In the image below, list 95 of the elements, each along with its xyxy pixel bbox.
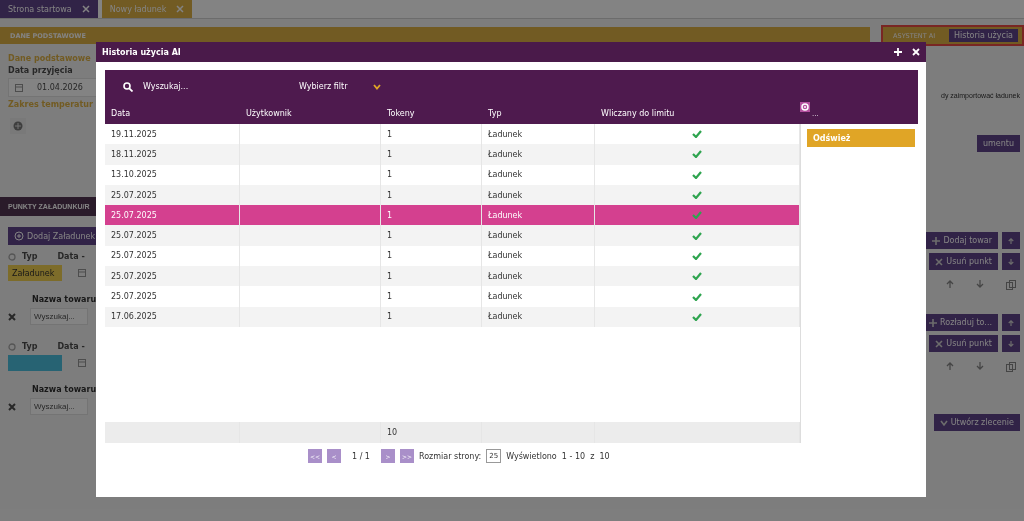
circle-icon — [8, 342, 16, 351]
add-goods-button[interactable]: Rozładuj to... — [923, 314, 998, 331]
field-label: Nazwa towaru — [32, 385, 98, 394]
copy-icon — [1006, 362, 1016, 372]
field-label: Typ — [22, 252, 38, 261]
point-type-tag — [8, 355, 62, 371]
maximize-button[interactable] — [894, 48, 902, 56]
table-cell: Ładunek — [482, 144, 595, 165]
remove-point-button[interactable]: Usuń punkt — [929, 335, 998, 352]
table-cell: Ładunek — [482, 164, 595, 185]
arrow-up-icon — [1008, 318, 1014, 327]
close-icon — [935, 257, 944, 266]
field-label: Typ — [22, 342, 38, 351]
close-icon — [176, 5, 185, 13]
close-icon — [935, 339, 944, 348]
chevron-down-icon — [939, 418, 948, 427]
table-cell: 25.07.2025 — [105, 286, 240, 307]
page-tab[interactable]: Strona startowa — [0, 0, 98, 18]
column-header[interactable]: Użytkownik — [240, 109, 381, 118]
table-row[interactable]: 25.07.2025 1 Ładunek — [105, 205, 800, 226]
move-up-button[interactable] — [1002, 314, 1020, 331]
table-cell: Ładunek — [482, 306, 595, 327]
remove-point-button[interactable]: Usuń punkt — [929, 253, 998, 270]
table-row[interactable]: 25.07.2025 1 Ładunek — [105, 225, 800, 246]
add-button[interactable] — [10, 118, 26, 134]
field-label: Data - — [57, 252, 85, 261]
close-icon — [81, 5, 90, 13]
calendar-icon — [78, 269, 86, 277]
table-row[interactable]: 25.07.2025 1 Ładunek — [105, 266, 800, 287]
plus-circle-icon — [14, 231, 24, 241]
arrow-up-icon — [946, 362, 954, 370]
goods-search-field[interactable]: Wyszukaj... — [30, 308, 88, 325]
table-cell: 17.06.2025 — [105, 306, 240, 327]
section-subtitle: Dane podstawowe — [8, 54, 92, 63]
table-cell: 1 — [381, 286, 482, 307]
table-cell: 1 — [381, 164, 482, 185]
search-icon — [123, 81, 133, 92]
table-cell: 1 — [381, 306, 482, 327]
circle-icon — [8, 252, 16, 261]
arrow-up-icon — [946, 280, 954, 288]
table-cell: 13.10.2025 — [105, 164, 240, 185]
table-cell: Ładunek — [482, 286, 595, 307]
close-icon — [912, 48, 920, 56]
usage-history-button[interactable]: Historia użycia — [949, 29, 1018, 42]
add-goods-button[interactable]: Dodaj towar — [926, 232, 998, 249]
column-header[interactable]: Tokeny — [381, 109, 482, 118]
move-up-button[interactable] — [1002, 232, 1020, 249]
plus-icon — [929, 318, 938, 327]
field-label: Nazwa towaru — [32, 295, 98, 304]
page-size-label: Rozmiar strony: — [418, 451, 482, 461]
arrow-down-icon — [976, 280, 984, 288]
arrow-down-icon — [1008, 339, 1014, 348]
close-icon — [8, 312, 16, 321]
records-summary: Wyświetlono 1 - 10 z 10 — [506, 451, 610, 461]
filter-dropdown[interactable]: Wybierz filtr — [267, 75, 390, 98]
close-button[interactable] — [912, 48, 920, 56]
table-cell: 1 — [381, 144, 482, 165]
column-header[interactable]: Typ — [482, 109, 595, 118]
table-cell: 18.11.2025 — [105, 144, 240, 165]
dialog-title: Historia użycia AI — [102, 47, 181, 57]
page-indicator: 1 / 1 — [352, 451, 370, 461]
refresh-button[interactable]: Odśwież — [807, 129, 915, 147]
search-field[interactable]: Wyszukaj... — [141, 81, 245, 92]
column-header[interactable]: Wliczany do limitu — [595, 109, 800, 118]
table-row[interactable]: 18.11.2025 1 Ładunek — [105, 144, 800, 165]
copy-icon — [1006, 280, 1016, 290]
table-cell: 1 — [381, 225, 482, 246]
table-row[interactable]: 17.06.2025 1 Ładunek — [105, 306, 800, 327]
table-row[interactable]: 25.07.2025 1 Ładunek — [105, 184, 800, 206]
table-cell: 25.07.2025 — [105, 225, 240, 246]
arrow-up-icon — [1008, 236, 1014, 245]
settings-button[interactable] — [800, 101, 810, 112]
table-cell: Ładunek — [482, 225, 595, 246]
calendar-icon — [78, 359, 86, 367]
close-icon — [8, 402, 16, 411]
arrow-down-icon — [976, 362, 984, 370]
goods-search-field[interactable]: Wyszukaj... — [30, 398, 88, 415]
document-button[interactable]: umentu — [976, 135, 1020, 152]
calendar-icon — [15, 83, 23, 92]
plus-icon — [932, 236, 941, 245]
plus-circle-icon — [13, 121, 23, 131]
section-subtitle: Zakres temperatur — [8, 100, 94, 109]
chevron-down-icon — [373, 83, 382, 90]
point-type-tag: Załadunek — [8, 265, 62, 281]
field-label: Data przyjęcia — [8, 66, 74, 75]
move-down-button[interactable] — [1002, 253, 1020, 270]
settings-icon — [801, 102, 809, 111]
create-order-button[interactable]: Utwórz zlecenie — [933, 414, 1020, 431]
column-header[interactable]: Data — [105, 109, 240, 118]
arrow-down-icon — [1008, 257, 1014, 266]
move-down-button[interactable] — [1002, 335, 1020, 352]
table-cell: 10 — [381, 422, 482, 443]
date-value: 01.04.2026 — [37, 83, 83, 92]
plus-icon — [894, 48, 902, 56]
field-label: Data - — [57, 342, 85, 351]
